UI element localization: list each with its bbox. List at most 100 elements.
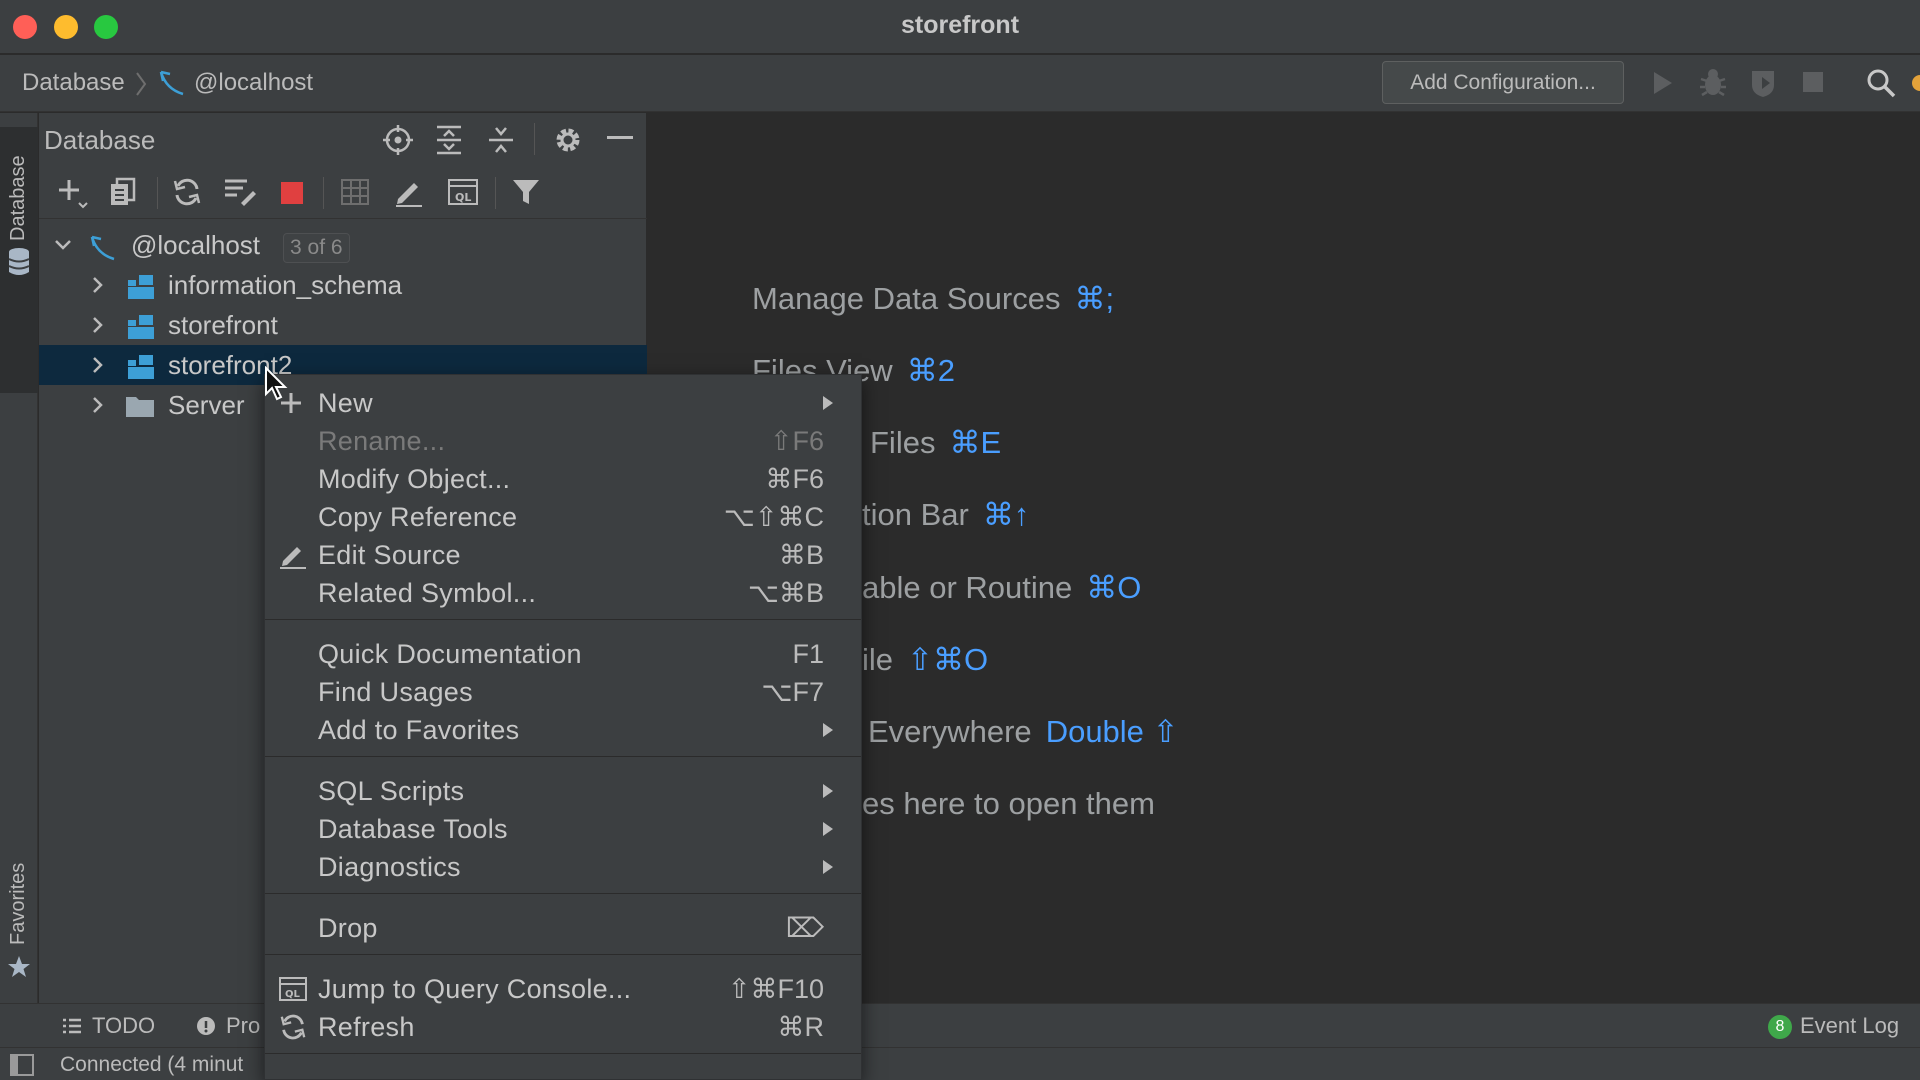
tree-item-label: @localhost bbox=[131, 230, 261, 260]
panel-header: Database bbox=[39, 113, 647, 165]
info-icon bbox=[197, 1017, 215, 1035]
toggle-tool-windows-icon[interactable] bbox=[10, 1054, 34, 1076]
hint-go-to-file: ile ⇧⌘O bbox=[862, 642, 989, 677]
submenu-arrow-icon bbox=[822, 821, 834, 837]
chevron-right-icon[interactable] bbox=[89, 356, 107, 374]
menu-item-quick-documentation[interactable]: Quick Documentation F1 bbox=[265, 634, 861, 672]
menu-item-sql-scripts[interactable]: SQL Scripts bbox=[265, 771, 861, 809]
tree-item-localhost[interactable]: @localhost 3 of 6 bbox=[39, 225, 647, 265]
hint-navigation-bar: tion Bar ⌘↑ bbox=[862, 497, 1030, 532]
menu-item-database-tools[interactable]: Database Tools bbox=[265, 809, 861, 847]
list-icon bbox=[63, 1018, 81, 1034]
breadcrumb-chevron-icon bbox=[134, 71, 148, 97]
database-stack-icon bbox=[7, 247, 31, 277]
database-tool-tab[interactable]: Database bbox=[0, 127, 38, 393]
schema-count-badge: 3 of 6 bbox=[283, 233, 350, 263]
schema-icon bbox=[127, 274, 155, 300]
svg-text:QL: QL bbox=[285, 989, 301, 1000]
breadcrumb-localhost[interactable]: @localhost bbox=[194, 69, 313, 97]
stop-icon[interactable] bbox=[1802, 71, 1824, 93]
menu-item-diagnostics[interactable]: Diagnostics bbox=[265, 847, 861, 885]
chevron-right-icon[interactable] bbox=[89, 316, 107, 334]
search-icon[interactable] bbox=[1866, 68, 1896, 98]
update-indicator-icon[interactable] bbox=[1910, 73, 1920, 93]
hint-recent-files: Files ⌘E bbox=[870, 425, 1002, 460]
refresh-icon bbox=[279, 1013, 307, 1041]
schema-icon bbox=[127, 354, 155, 380]
stop-connection-icon[interactable] bbox=[281, 182, 303, 204]
delete-key-icon: ⌦ bbox=[785, 913, 824, 943]
schema-tools-icon[interactable] bbox=[223, 177, 257, 207]
menu-separator bbox=[265, 954, 861, 955]
schema-icon bbox=[127, 314, 155, 340]
collapse-all-icon[interactable] bbox=[487, 125, 515, 155]
submenu-arrow-icon bbox=[822, 859, 834, 875]
left-tool-strip: Database Favorites bbox=[0, 113, 38, 1003]
hint-drop-files: es here to open them bbox=[862, 786, 1155, 821]
tree-item-label: Server bbox=[168, 390, 245, 420]
pencil-icon bbox=[279, 541, 307, 569]
menu-item-find-usages[interactable]: Find Usages ⌥F7 bbox=[265, 672, 861, 710]
header-separator bbox=[534, 123, 535, 155]
add-icon[interactable] bbox=[57, 177, 89, 209]
submenu-arrow-icon bbox=[822, 722, 834, 738]
menu-item-jump-to-query-console[interactable]: QL Jump to Query Console... ⇧⌘F10 bbox=[265, 969, 861, 1007]
breadcrumb-database[interactable]: Database bbox=[22, 69, 125, 97]
tree-item-label: information_schema bbox=[168, 270, 403, 300]
menu-item-copy-reference[interactable]: Copy Reference ⌥⇧⌘C bbox=[265, 497, 861, 535]
menu-item-modify-object[interactable]: Modify Object... ⌘F6 bbox=[265, 459, 861, 497]
gear-icon[interactable] bbox=[553, 125, 583, 155]
chevron-right-icon[interactable] bbox=[89, 396, 107, 414]
hide-panel-icon[interactable] bbox=[607, 135, 633, 141]
refresh-icon[interactable] bbox=[172, 177, 202, 207]
chevron-right-icon[interactable] bbox=[89, 276, 107, 294]
filter-icon[interactable] bbox=[511, 177, 541, 207]
title-bar: storefront bbox=[0, 0, 1920, 54]
menu-item-rename: Rename... ⇧F6 bbox=[318, 426, 824, 456]
table-view-icon[interactable] bbox=[340, 177, 370, 207]
event-log-tab[interactable]: 8 Event Log bbox=[1768, 1013, 1899, 1039]
toolbar-separator bbox=[157, 177, 158, 209]
locate-icon[interactable] bbox=[383, 125, 413, 155]
favorites-tab-label[interactable]: Favorites bbox=[7, 863, 30, 945]
toolbar-separator bbox=[495, 177, 496, 209]
duplicate-icon[interactable] bbox=[109, 177, 137, 207]
hint-go-to-table: able or Routine ⌘O bbox=[862, 570, 1142, 605]
add-configuration-button[interactable]: Add Configuration... bbox=[1382, 61, 1624, 104]
run-icon[interactable] bbox=[1650, 69, 1676, 97]
datasource-icon bbox=[158, 69, 186, 97]
hint-manage-data-sources: Manage Data Sources ⌘; bbox=[752, 281, 1115, 316]
submenu-arrow-icon bbox=[822, 783, 834, 799]
menu-item-new[interactable]: New bbox=[265, 383, 861, 421]
menu-separator bbox=[265, 1053, 861, 1054]
query-console-icon[interactable]: QL bbox=[447, 177, 479, 207]
folder-icon bbox=[125, 394, 155, 418]
menu-separator bbox=[265, 893, 861, 894]
menu-item-add-to-favorites[interactable]: Add to Favorites bbox=[265, 710, 861, 748]
tree-item-information-schema[interactable]: information_schema bbox=[39, 265, 647, 305]
tree-item-storefront[interactable]: storefront bbox=[39, 305, 647, 345]
toolbar-separator bbox=[323, 177, 324, 209]
svg-text:QL: QL bbox=[455, 191, 471, 204]
submenu-arrow-icon bbox=[822, 395, 834, 411]
menu-item-drop[interactable]: Drop ⌦ bbox=[265, 908, 861, 946]
window-title: storefront bbox=[900, 11, 1020, 39]
query-console-icon: QL bbox=[279, 976, 307, 1002]
navigation-bar: Database @localhost Add Configuration... bbox=[0, 55, 1920, 112]
expand-all-icon[interactable] bbox=[435, 125, 463, 155]
menu-separator bbox=[265, 756, 861, 757]
panel-title: Database bbox=[44, 125, 156, 155]
debug-icon[interactable] bbox=[1698, 67, 1728, 99]
chevron-down-icon[interactable] bbox=[54, 236, 72, 254]
status-text: Connected (4 minut bbox=[60, 1053, 244, 1076]
mouse-cursor-icon bbox=[264, 366, 290, 402]
event-count-badge: 8 bbox=[1768, 1015, 1792, 1039]
coverage-icon[interactable] bbox=[1748, 67, 1778, 99]
menu-item-edit-source[interactable]: Edit Source ⌘B bbox=[265, 535, 861, 573]
menu-item-refresh[interactable]: Refresh ⌘R bbox=[265, 1007, 861, 1045]
problems-tab[interactable]: Pro bbox=[196, 1013, 260, 1039]
menu-item-related-symbol[interactable]: Related Symbol... ⌥⌘B bbox=[265, 573, 861, 611]
edit-icon[interactable] bbox=[394, 177, 424, 207]
favorites-star-icon[interactable] bbox=[7, 955, 31, 979]
todo-tab[interactable]: TODO bbox=[62, 1013, 155, 1039]
